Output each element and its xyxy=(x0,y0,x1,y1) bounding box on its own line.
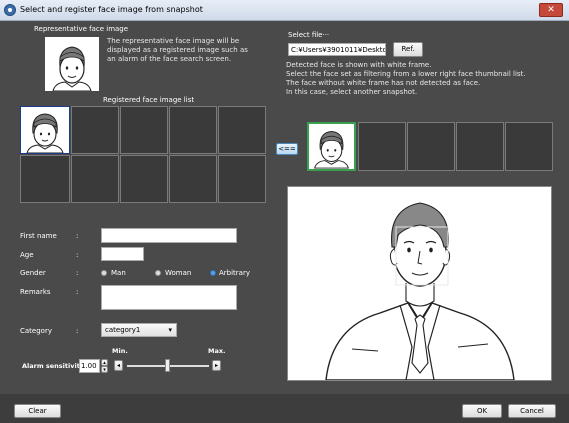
title-bar: Select and register face image from snap… xyxy=(0,0,569,21)
registered-face-cell-7[interactable] xyxy=(71,155,119,203)
ref-button[interactable]: Ref. xyxy=(393,42,423,57)
category-colon: : xyxy=(76,327,79,335)
registered-face-cell-4[interactable] xyxy=(169,106,217,154)
gender-arbitrary-label: Arbitrary xyxy=(219,269,250,277)
age-colon: : xyxy=(76,251,79,259)
info-line-4: In this case, select another snapshot. xyxy=(286,88,418,96)
representative-heading: Representative face image xyxy=(34,25,129,33)
ok-button[interactable]: OK xyxy=(462,404,502,418)
info-line-1: Detected face is shown with white frame. xyxy=(286,61,432,69)
category-label: Category xyxy=(20,327,52,335)
slider-increase-button[interactable]: ▸ xyxy=(212,360,221,371)
window-title: Select and register face image from snap… xyxy=(20,5,203,14)
registered-face-cell-10[interactable] xyxy=(218,155,266,203)
representative-face-image xyxy=(45,37,99,91)
detected-face-cell-2[interactable] xyxy=(358,122,406,171)
registered-face-cell-5[interactable] xyxy=(218,106,266,154)
first-name-label: First name xyxy=(20,232,57,240)
representative-desc-2: displayed as a registered image such as xyxy=(107,46,248,54)
gender-woman-label: Woman xyxy=(165,269,192,277)
alarm-sensitivity-label: Alarm sensitivity xyxy=(22,362,85,370)
gender-man-label: Man xyxy=(111,269,126,277)
registered-face-cell-6[interactable] xyxy=(20,155,70,203)
registered-face-cell-2[interactable] xyxy=(71,106,119,154)
remarks-label: Remarks xyxy=(20,288,51,296)
registered-face-cell-3[interactable] xyxy=(120,106,168,154)
select-file-heading: Select file··· xyxy=(288,31,330,39)
snapshot-preview xyxy=(287,186,552,381)
age-label: Age xyxy=(20,251,34,259)
gender-man-radio[interactable] xyxy=(101,270,107,276)
face-icon xyxy=(314,131,349,169)
info-line-3: The face without white frame has not det… xyxy=(286,79,481,87)
remarks-field[interactable] xyxy=(101,285,237,310)
alarm-min-label: Min. xyxy=(112,347,128,355)
detected-face-cell-3[interactable] xyxy=(407,122,455,171)
registered-list-heading: Registered face image list xyxy=(103,96,195,104)
representative-desc-3: an alarm of the face search screen. xyxy=(107,55,232,63)
alarm-sensitivity-value[interactable]: 1.00 xyxy=(79,359,100,373)
spin-up-button[interactable]: ▴ xyxy=(101,359,108,366)
first-name-colon: : xyxy=(76,232,79,240)
registered-face-cell-9[interactable] xyxy=(169,155,217,203)
gender-arbitrary-radio[interactable] xyxy=(210,270,216,276)
age-field[interactable] xyxy=(101,247,144,261)
registered-face-cell-8[interactable] xyxy=(120,155,168,203)
info-line-2: Select the face set as filtering from a … xyxy=(286,70,526,78)
detected-face-cell-5[interactable] xyxy=(505,122,553,171)
category-value: category1 xyxy=(105,326,141,334)
chevron-down-icon: ▾ xyxy=(168,326,172,334)
clear-button[interactable]: Clear xyxy=(14,404,61,418)
first-name-field[interactable] xyxy=(101,228,237,243)
alarm-slider-thumb[interactable] xyxy=(165,359,170,372)
spin-down-button[interactable]: ▾ xyxy=(101,366,108,373)
face-icon xyxy=(26,113,64,154)
app-icon xyxy=(4,4,16,16)
category-select[interactable]: category1 ▾ xyxy=(101,323,177,337)
registered-face-cell-1[interactable] xyxy=(20,106,70,154)
remarks-colon: : xyxy=(76,288,79,296)
gender-colon: : xyxy=(76,269,79,277)
detected-face-cell-4[interactable] xyxy=(456,122,504,171)
file-path-field[interactable]: C:¥Users¥3901011¥Desktop xyxy=(288,43,386,56)
transfer-button[interactable]: <== xyxy=(276,143,298,155)
close-button[interactable]: ✕ xyxy=(539,3,563,17)
alarm-max-label: Max. xyxy=(208,347,226,355)
slider-decrease-button[interactable]: ◂ xyxy=(114,360,123,371)
cancel-button[interactable]: Cancel xyxy=(508,404,556,418)
representative-desc-1: The representative face image will be xyxy=(107,37,240,45)
gender-label: Gender xyxy=(20,269,46,277)
gender-woman-radio[interactable] xyxy=(155,270,161,276)
detected-face-cell-1[interactable] xyxy=(307,122,356,171)
